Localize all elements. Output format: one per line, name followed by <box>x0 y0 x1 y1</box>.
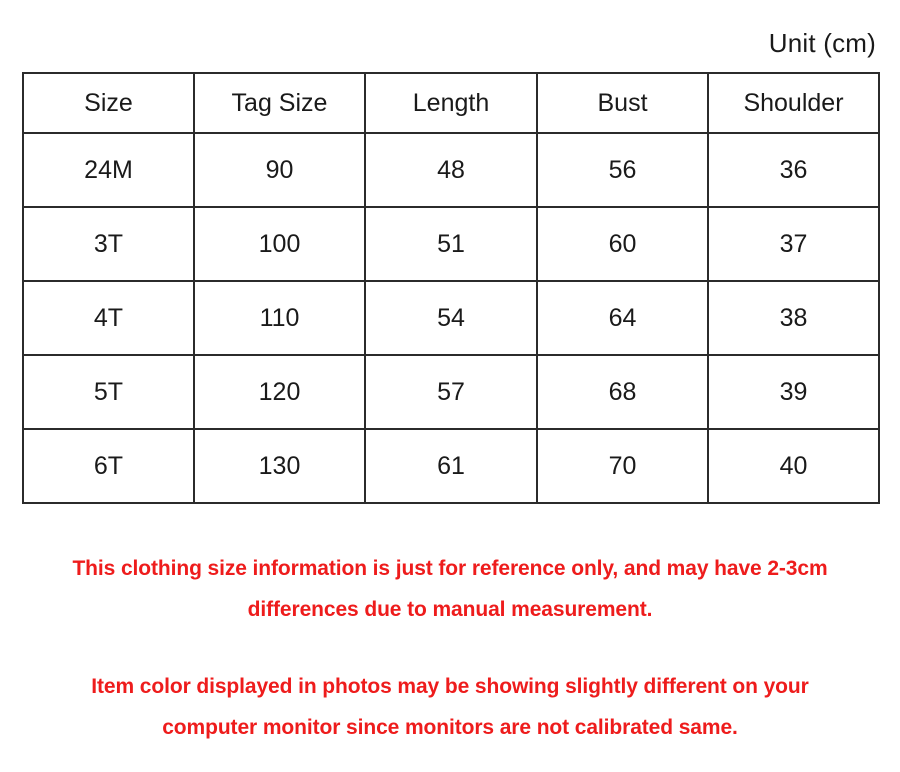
cell-bust: 70 <box>536 428 709 504</box>
table-body: 24M 90 48 56 36 3T 100 51 60 37 4T 110 5… <box>22 132 880 504</box>
cell-length: 57 <box>364 354 538 430</box>
cell-bust: 64 <box>536 280 709 356</box>
cell-length: 51 <box>364 206 538 282</box>
cell-length: 54 <box>364 280 538 356</box>
table-header: Size Tag Size Length Bust Shoulder <box>22 72 880 134</box>
cell-bust: 60 <box>536 206 709 282</box>
column-header-size: Size <box>22 72 195 134</box>
size-chart-page: Unit (cm) Size Tag Size Length Bust Shou… <box>0 0 900 772</box>
table-header-row: Size Tag Size Length Bust Shoulder <box>22 72 880 134</box>
column-header-length: Length <box>364 72 538 134</box>
table-row: 5T 120 57 68 39 <box>22 354 880 430</box>
table-row: 4T 110 54 64 38 <box>22 280 880 356</box>
cell-shoulder: 38 <box>707 280 880 356</box>
cell-tag-size: 130 <box>193 428 366 504</box>
cell-shoulder: 39 <box>707 354 880 430</box>
disclaimer-notes: This clothing size information is just f… <box>0 548 900 748</box>
table-row: 3T 100 51 60 37 <box>22 206 880 282</box>
cell-size: 5T <box>22 354 195 430</box>
measurement-disclaimer: This clothing size information is just f… <box>72 557 828 621</box>
cell-length: 61 <box>364 428 538 504</box>
table-row: 24M 90 48 56 36 <box>22 132 880 208</box>
cell-size: 6T <box>22 428 195 504</box>
unit-caption: Unit (cm) <box>768 28 876 58</box>
cell-bust: 68 <box>536 354 709 430</box>
size-table-container: Size Tag Size Length Bust Shoulder 24M 9… <box>22 72 880 504</box>
cell-shoulder: 36 <box>707 132 880 208</box>
cell-tag-size: 90 <box>193 132 366 208</box>
cell-length: 48 <box>364 132 538 208</box>
cell-size: 24M <box>22 132 195 208</box>
cell-size: 4T <box>22 280 195 356</box>
column-header-bust: Bust <box>536 72 709 134</box>
cell-shoulder: 40 <box>707 428 880 504</box>
color-disclaimer: Item color displayed in photos may be sh… <box>91 675 809 739</box>
cell-shoulder: 37 <box>707 206 880 282</box>
table-row: 6T 130 61 70 40 <box>22 428 880 504</box>
column-header-shoulder: Shoulder <box>707 72 880 134</box>
column-header-tag-size: Tag Size <box>193 72 366 134</box>
cell-tag-size: 120 <box>193 354 366 430</box>
cell-tag-size: 110 <box>193 280 366 356</box>
cell-bust: 56 <box>536 132 709 208</box>
size-table: Size Tag Size Length Bust Shoulder 24M 9… <box>22 72 880 504</box>
cell-tag-size: 100 <box>193 206 366 282</box>
cell-size: 3T <box>22 206 195 282</box>
